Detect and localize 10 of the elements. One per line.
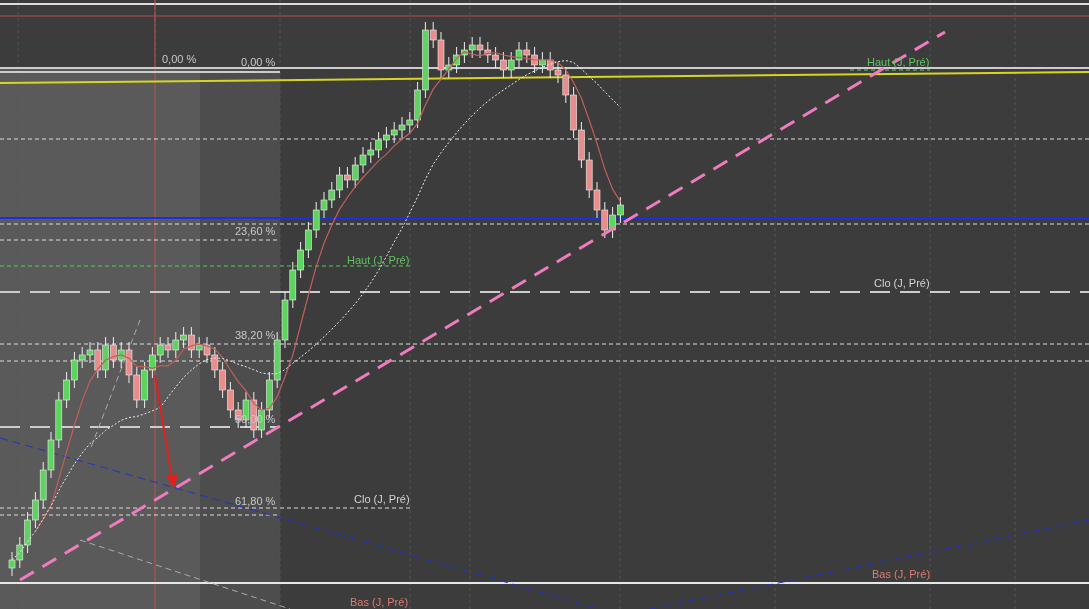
level-label: Bas (J, Pré) — [872, 568, 931, 580]
level-label: 0,00 % — [162, 53, 197, 65]
level-label: Bas (J, Pré) — [350, 596, 409, 608]
level-label: Clo (J, Pré) — [354, 493, 410, 505]
level-label: Clo (J, Pré) — [874, 277, 930, 289]
level-label: 23,60 % — [235, 225, 276, 237]
level-label: 38,20 % — [235, 329, 276, 341]
level-label: 0,00 % — [241, 56, 276, 68]
level-label: 61,80 % — [235, 495, 276, 507]
level-label: Haut (J, Pré) — [347, 254, 410, 266]
